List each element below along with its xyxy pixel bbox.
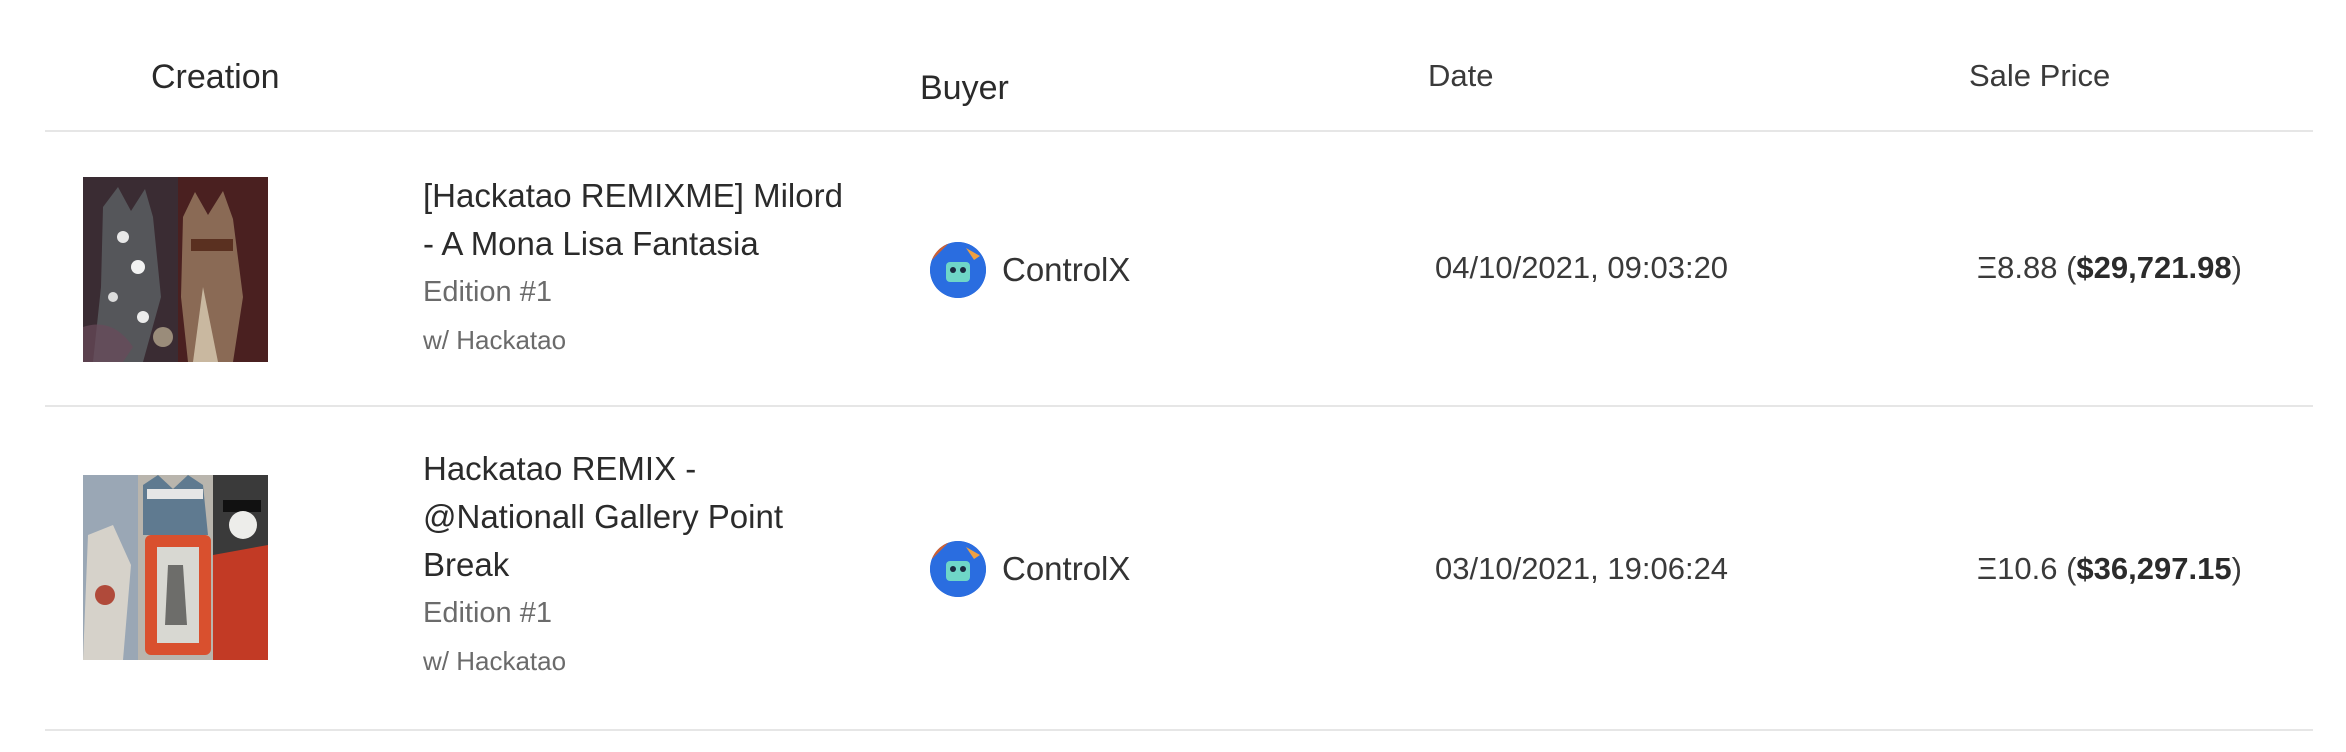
buyer[interactable]: ControlX	[930, 539, 1130, 599]
creation-title[interactable]: [Hackatao REMIXME] Milord - A Mona Lisa …	[423, 172, 883, 268]
price-eth: Ξ8.88	[1977, 250, 2058, 285]
price-usd: $29,721.98	[2076, 250, 2232, 285]
column-header-creation[interactable]: Creation	[151, 58, 280, 97]
price-eth: Ξ10.6	[1977, 551, 2058, 586]
sale-price: Ξ8.88 ($29,721.98)	[1977, 250, 2242, 285]
table-row[interactable]: [Hackatao REMIXME] Milord - A Mona Lisa …	[45, 132, 2313, 407]
buyer[interactable]: ControlX	[930, 240, 1130, 300]
sale-price: Ξ10.6 ($36,297.15)	[1977, 551, 2242, 586]
collaborator-label[interactable]: w/ Hackatao	[423, 645, 883, 677]
column-header-date[interactable]: Date	[1428, 58, 1493, 94]
edition-label: Edition #1	[423, 276, 552, 308]
creation-title[interactable]: Hackatao REMIX - @Nationall Gallery Poin…	[423, 445, 883, 589]
table-header: Creation Buyer Date Sale Price	[45, 0, 2313, 132]
sale-date: 04/10/2021, 09:03:20	[1435, 250, 1729, 285]
sale-date: 03/10/2021, 19:06:24	[1435, 551, 1729, 586]
price-usd: $36,297.15	[2076, 551, 2232, 586]
avatar[interactable]	[930, 541, 986, 597]
table-row[interactable]: Hackatao REMIX - @Nationall Gallery Poin…	[45, 407, 2313, 731]
creation-info: Hackatao REMIX - @Nationall Gallery Poin…	[423, 445, 883, 677]
creation-thumbnail[interactable]	[83, 475, 268, 660]
creation-thumbnail[interactable]	[83, 177, 268, 362]
column-header-buyer[interactable]: Buyer	[920, 58, 1009, 118]
buyer-name[interactable]: ControlX	[1002, 251, 1130, 289]
creation-info: [Hackatao REMIXME] Milord - A Mona Lisa …	[423, 172, 883, 356]
column-header-sale-price[interactable]: Sale Price	[1969, 58, 2110, 94]
collaborator-label[interactable]: w/ Hackatao	[423, 324, 883, 356]
buyer-name[interactable]: ControlX	[1002, 550, 1130, 588]
edition-label: Edition #1	[423, 597, 552, 629]
avatar[interactable]	[930, 242, 986, 298]
